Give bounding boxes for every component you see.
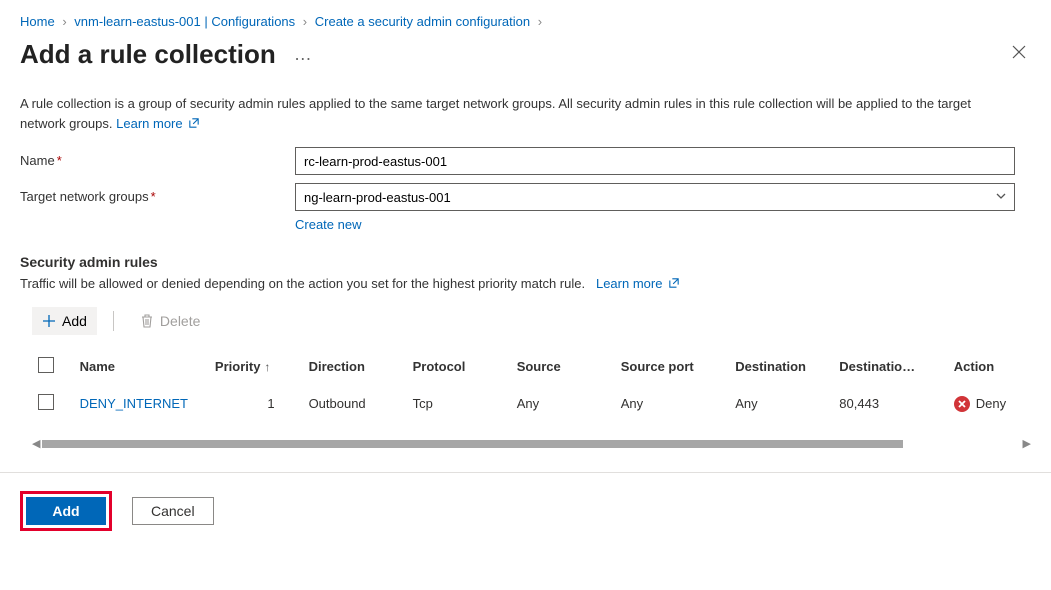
rule-action: Deny: [954, 396, 1006, 412]
select-all-checkbox[interactable]: [38, 357, 54, 373]
toolbar-add-button[interactable]: Add: [32, 307, 97, 335]
add-button[interactable]: Add: [26, 497, 106, 525]
external-link-icon: [189, 114, 199, 124]
column-direction[interactable]: Direction: [303, 349, 407, 384]
column-protocol[interactable]: Protocol: [407, 349, 511, 384]
name-input[interactable]: [295, 147, 1015, 175]
horizontal-scrollbar[interactable]: ◀ ▶: [32, 437, 1031, 450]
rules-section-desc: Traffic will be allowed or denied depend…: [20, 276, 1031, 291]
row-checkbox[interactable]: [38, 394, 54, 410]
breadcrumb-home[interactable]: Home: [20, 14, 55, 29]
create-new-link[interactable]: Create new: [295, 217, 361, 232]
column-source-port[interactable]: Source port: [615, 349, 729, 384]
column-priority[interactable]: Priority↑: [209, 349, 303, 384]
column-source[interactable]: Source: [511, 349, 615, 384]
close-icon[interactable]: [1007, 44, 1031, 65]
deny-icon: [954, 396, 970, 412]
cancel-button[interactable]: Cancel: [132, 497, 214, 525]
rule-direction: Outbound: [303, 384, 407, 423]
rule-destination: Any: [729, 384, 833, 423]
rule-dest-port: 80,443: [833, 384, 947, 423]
rule-priority: 1: [209, 384, 303, 423]
rule-name-link[interactable]: DENY_INTERNET: [80, 396, 188, 411]
table-row[interactable]: DENY_INTERNET 1 Outbound Tcp Any Any Any…: [32, 384, 1031, 423]
rule-source-port: Any: [615, 384, 729, 423]
description-text: A rule collection is a group of security…: [20, 94, 1020, 147]
external-link-icon: [669, 276, 679, 286]
chevron-right-icon: ›: [58, 14, 70, 29]
breadcrumb-level1[interactable]: vnm-learn-eastus-001 | Configurations: [74, 14, 295, 29]
scroll-left-icon[interactable]: ◀: [32, 437, 40, 450]
toolbar-separator: [113, 311, 114, 331]
breadcrumb-level2[interactable]: Create a security admin configuration: [315, 14, 530, 29]
chevron-right-icon: ›: [534, 14, 546, 29]
column-action[interactable]: Action: [948, 349, 1031, 384]
rules-table: Name Priority↑ Direction Protocol Source…: [32, 349, 1031, 423]
toolbar-delete-button: Delete: [130, 307, 210, 335]
rule-protocol: Tcp: [407, 384, 511, 423]
rule-source: Any: [511, 384, 615, 423]
more-actions-button[interactable]: …: [276, 44, 314, 65]
breadcrumb: Home › vnm-learn-eastus-001 | Configurat…: [20, 10, 1031, 37]
plus-icon: [42, 314, 56, 328]
sort-asc-icon: ↑: [260, 360, 270, 374]
target-groups-select[interactable]: [295, 183, 1015, 211]
rules-learn-more-link[interactable]: Learn more: [592, 276, 679, 291]
column-destination[interactable]: Destination: [729, 349, 833, 384]
add-button-highlight: Add: [20, 491, 112, 531]
column-name[interactable]: Name: [74, 349, 209, 384]
target-groups-label: Target network groups*: [20, 183, 295, 204]
name-label: Name*: [20, 147, 295, 168]
page-title: Add a rule collection: [20, 39, 276, 70]
chevron-right-icon: ›: [299, 14, 311, 29]
learn-more-link[interactable]: Learn more: [116, 116, 199, 131]
column-dest-port[interactable]: Destinatio…: [833, 349, 947, 384]
trash-icon: [140, 314, 154, 328]
rules-section-title: Security admin rules: [20, 254, 1031, 270]
scroll-right-icon[interactable]: ▶: [1023, 437, 1031, 450]
